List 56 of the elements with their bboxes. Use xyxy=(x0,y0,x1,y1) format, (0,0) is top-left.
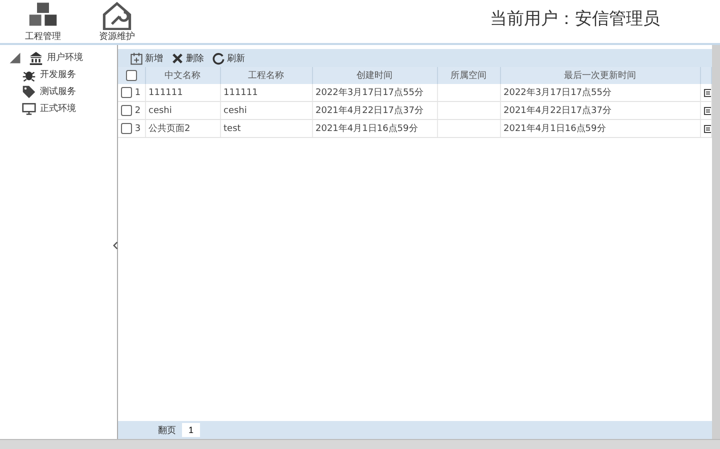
toolbar-button[interactable]: 删除 xyxy=(171,52,204,64)
column-header: 工程名称 xyxy=(220,67,312,84)
calendar-plus-icon xyxy=(130,52,143,64)
page-field[interactable]: 1 xyxy=(182,423,200,437)
toolbar-button[interactable]: 新增 xyxy=(130,52,163,64)
table-cell: 2022年3月17日17点55分 xyxy=(312,84,437,102)
scrollbar[interactable] xyxy=(0,439,720,449)
table-cell: ceshi xyxy=(145,102,220,120)
tree-label: 正式环境 xyxy=(40,102,76,115)
row-number: 1 xyxy=(134,88,141,98)
column-header: 中文名称 xyxy=(145,67,220,84)
row-number: 2 xyxy=(134,106,141,116)
refresh-icon xyxy=(212,52,225,64)
close-icon xyxy=(171,52,184,64)
edit-icon[interactable] xyxy=(704,106,711,114)
nav-button[interactable]: 工程管理 xyxy=(16,0,70,43)
table-cell: 2021年4月1日16点59分 xyxy=(500,120,700,138)
column-header: 最后一次更新时间 xyxy=(500,67,700,84)
table-cell: 111111 xyxy=(145,84,220,102)
edit-icon[interactable] xyxy=(704,124,711,132)
column-header: 所属空间 xyxy=(437,67,500,84)
tree-item[interactable]: 测试服务 xyxy=(0,83,117,100)
table-cell xyxy=(437,84,500,102)
table-cell: 2021年4月22日17点37分 xyxy=(312,102,437,120)
tree-label: 用户环境 xyxy=(47,52,83,64)
tree-item[interactable]: 用户环境 xyxy=(0,49,117,66)
toolbar-button[interactable]: 刷新 xyxy=(212,52,245,64)
checkbox[interactable] xyxy=(121,123,132,134)
table-cell: 111111 xyxy=(220,84,312,102)
checkbox[interactable] xyxy=(126,70,137,81)
table-cell xyxy=(437,120,500,138)
tree-label: 测试服务 xyxy=(40,86,76,98)
checkbox[interactable] xyxy=(121,105,132,116)
nav-button[interactable]: 资源维护 xyxy=(90,0,144,43)
tag-icon xyxy=(22,84,36,98)
edit-icon[interactable] xyxy=(704,88,711,96)
tree-item[interactable]: 正式环境 xyxy=(0,100,117,117)
table-cell: ceshi xyxy=(220,102,312,120)
collapse-icon[interactable] xyxy=(113,241,118,250)
table-cell: 公共页面2 xyxy=(145,120,220,138)
table-cell: 2021年4月1日16点59分 xyxy=(312,120,437,138)
tree-item[interactable]: 开发服务 xyxy=(0,66,117,83)
current-user: 当前用户：安信管理员 xyxy=(490,8,660,31)
table-cell: test xyxy=(220,120,312,138)
tree-label: 开发服务 xyxy=(40,68,76,81)
table-cell: 2021年4月22日17点37分 xyxy=(500,102,700,120)
bank-icon xyxy=(29,50,43,64)
expand-icon[interactable] xyxy=(8,50,22,64)
monitor-icon xyxy=(22,102,36,116)
table-cell: 2022年3月17日17点55分 xyxy=(500,84,700,102)
scrollbar[interactable] xyxy=(712,45,720,439)
pager-label: 翻页 xyxy=(158,424,176,436)
row-number: 3 xyxy=(134,124,141,134)
checkbox[interactable] xyxy=(121,87,132,98)
table-cell xyxy=(437,102,500,120)
column-header: 创建时间 xyxy=(312,67,437,84)
